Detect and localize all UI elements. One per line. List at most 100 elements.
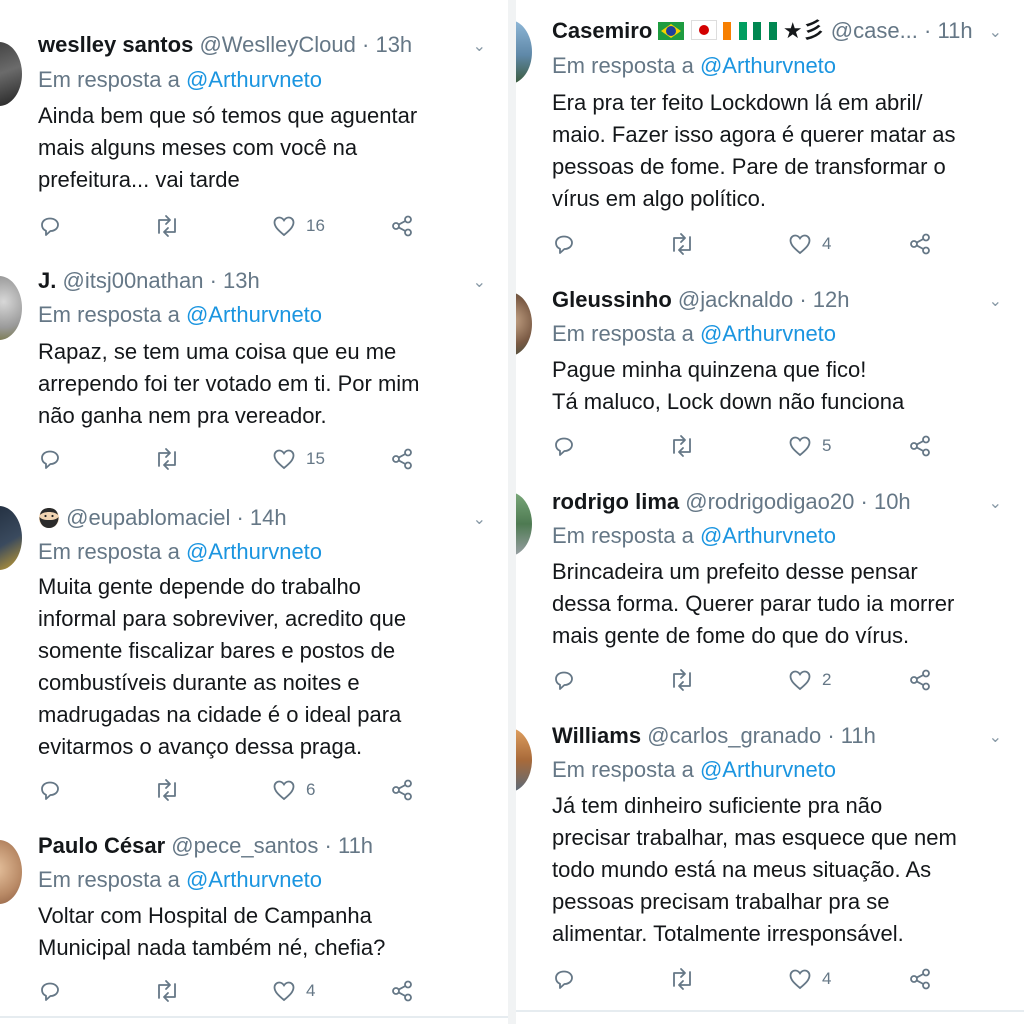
reply-context: Em resposta a @Arthurvneto — [552, 757, 837, 782]
retweet-button[interactable] — [668, 966, 696, 992]
share-button[interactable] — [908, 231, 932, 257]
avatar[interactable] — [0, 506, 22, 570]
tweet-card[interactable]: Paulo César @pece_santos · 11h Em respos… — [0, 820, 508, 1018]
user-name[interactable]: Paulo César — [38, 833, 165, 858]
share-icon — [392, 448, 412, 470]
user-name[interactable]: Casemiro — [552, 18, 652, 43]
tweet-time[interactable]: 12h — [813, 287, 850, 312]
reply-button[interactable] — [38, 777, 62, 803]
tweet-card[interactable]: Gleussinho @jacknaldo · 12h ⌄ Em respost… — [516, 272, 1024, 476]
like-button[interactable]: 2 — [788, 667, 831, 693]
share-button[interactable] — [908, 966, 932, 992]
reply-button[interactable] — [552, 231, 576, 257]
tweet-header: Casemiro ★彡 @case... · 11h — [552, 18, 973, 43]
tweet-time[interactable]: 13h — [375, 32, 412, 57]
user-name[interactable]: rodrigo lima — [552, 489, 679, 514]
tweet-text: Já tem dinheiro suficiente pra não preci… — [552, 793, 957, 946]
user-handle[interactable]: @jacknaldo — [678, 287, 793, 312]
avatar[interactable] — [516, 20, 532, 84]
user-name[interactable]: Williams — [552, 723, 641, 748]
share-button[interactable] — [390, 978, 414, 1004]
share-icon — [392, 215, 412, 237]
mention-link[interactable]: @Arthurvneto — [700, 523, 836, 548]
tweet-time[interactable]: 10h — [874, 489, 911, 514]
share-button[interactable] — [390, 777, 414, 803]
chevron-down-icon[interactable]: ⌄ — [989, 493, 1002, 513]
reply-context: Em resposta a @Arthurvneto — [552, 523, 837, 548]
mention-link[interactable]: @Arthurvneto — [186, 867, 322, 892]
reply-icon — [555, 671, 573, 690]
tweet-time[interactable]: 14h — [250, 505, 287, 530]
reply-button[interactable] — [552, 966, 576, 992]
tweet-card[interactable]: Casemiro ★彡 @case... · 11h ⌄ Em resposta… — [516, 0, 1024, 274]
mention-link[interactable]: @Arthurvneto — [186, 539, 322, 564]
retweet-button[interactable] — [668, 433, 696, 459]
like-button[interactable]: 4 — [272, 978, 315, 1004]
mention-link[interactable]: @Arthurvneto — [700, 53, 836, 78]
like-count: 2 — [822, 670, 832, 689]
reply-button[interactable] — [38, 213, 62, 239]
avatar[interactable] — [516, 728, 532, 792]
tweet-time[interactable]: 11h — [937, 18, 972, 43]
reply-button[interactable] — [38, 446, 62, 472]
retweet-button[interactable] — [153, 777, 181, 803]
mention-link[interactable]: @Arthurvneto — [186, 67, 322, 92]
tweet-time[interactable]: 11h — [841, 723, 876, 748]
tweet-card[interactable]: @eupablomaciel · 14h ⌄ Em resposta a @Ar… — [0, 486, 508, 822]
chevron-down-icon[interactable]: ⌄ — [989, 22, 1002, 42]
reply-button[interactable] — [552, 667, 576, 693]
like-button[interactable]: 5 — [788, 433, 831, 459]
like-button[interactable]: 4 — [788, 966, 831, 992]
user-handle[interactable]: @itsj00nathan — [62, 268, 203, 293]
avatar[interactable] — [516, 292, 532, 356]
retweet-button[interactable] — [153, 978, 181, 1004]
user-handle[interactable]: @rodrigodigao20 — [685, 489, 854, 514]
avatar[interactable] — [516, 492, 532, 556]
mention-link[interactable]: @Arthurvneto — [186, 302, 322, 327]
chevron-down-icon[interactable]: ⌄ — [989, 727, 1002, 747]
reply-button[interactable] — [552, 433, 576, 459]
tweet-card[interactable]: Williams @carlos_granado · 11h ⌄ Em resp… — [516, 710, 1024, 1012]
like-button[interactable]: 4 — [788, 231, 831, 257]
share-button[interactable] — [908, 667, 932, 693]
like-count: 16 — [306, 216, 325, 235]
tweet-card[interactable]: weslley santos @WeslleyCloud · 13h ⌄ Em … — [0, 0, 508, 252]
reply-context: Em resposta a @Arthurvneto — [38, 867, 323, 892]
tweet-time[interactable]: 11h — [338, 833, 373, 858]
user-handle[interactable]: @WeslleyCloud — [199, 32, 355, 57]
tweet-actions: 15 — [38, 446, 448, 472]
like-button[interactable]: 6 — [272, 777, 315, 803]
user-handle[interactable]: @case... — [831, 18, 918, 43]
retweet-button[interactable] — [668, 667, 696, 693]
user-handle[interactable]: @carlos_granado — [647, 723, 821, 748]
retweet-button[interactable] — [668, 231, 696, 257]
chevron-down-icon[interactable]: ⌄ — [989, 291, 1002, 311]
user-handle[interactable]: @pece_santos — [171, 833, 318, 858]
flag-brazil-icon — [658, 22, 685, 40]
mention-link[interactable]: @Arthurvneto — [700, 321, 836, 346]
retweet-button[interactable] — [153, 213, 181, 239]
tweet-time[interactable]: 13h — [223, 268, 260, 293]
tweet-actions: 16 — [38, 213, 448, 239]
user-name[interactable]: Gleussinho — [552, 287, 672, 312]
chevron-down-icon[interactable]: ⌄ — [473, 36, 486, 56]
avatar[interactable] — [0, 42, 22, 106]
mention-link[interactable]: @Arthurvneto — [700, 757, 836, 782]
like-button[interactable]: 15 — [272, 446, 325, 472]
share-button[interactable] — [908, 433, 932, 459]
reply-button[interactable] — [38, 978, 62, 1004]
chevron-down-icon[interactable]: ⌄ — [473, 509, 486, 529]
share-button[interactable] — [390, 446, 414, 472]
retweet-button[interactable] — [153, 446, 181, 472]
share-button[interactable] — [390, 213, 414, 239]
avatar[interactable] — [0, 840, 22, 904]
flag-nigeria-icon — [752, 22, 777, 40]
tweet-card[interactable]: rodrigo lima @rodrigodigao20 · 10h ⌄ Em … — [516, 474, 1024, 712]
avatar[interactable] — [0, 276, 22, 340]
user-handle[interactable]: @eupablomaciel — [66, 505, 230, 530]
user-name[interactable]: weslley santos — [38, 32, 193, 57]
chevron-down-icon[interactable]: ⌄ — [473, 272, 486, 292]
user-name[interactable]: J. — [38, 268, 56, 293]
like-button[interactable]: 16 — [272, 213, 325, 239]
tweet-card[interactable]: J. @itsj00nathan · 13h ⌄ Em resposta a @… — [0, 250, 508, 488]
